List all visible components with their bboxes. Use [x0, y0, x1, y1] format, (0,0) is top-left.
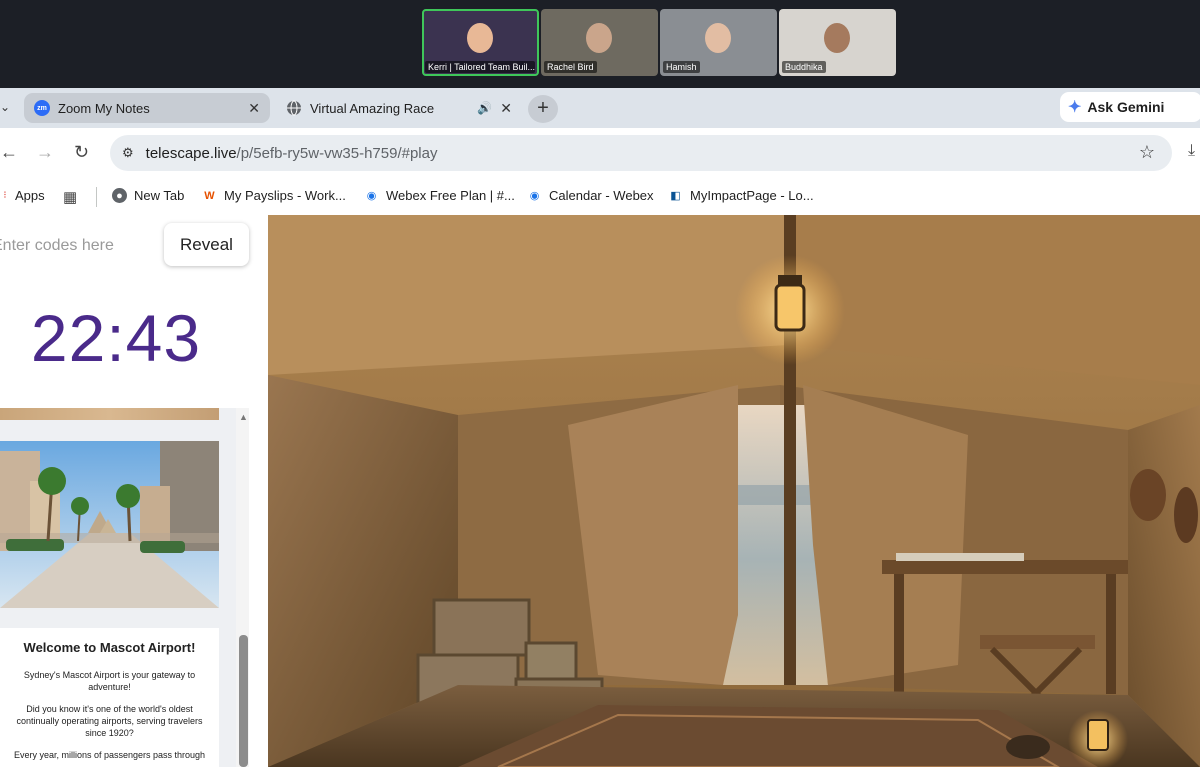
url-path: /p/5efb-ry5w-vw35-h759/#play — [236, 144, 438, 162]
myimpactpage-icon: ◧ — [670, 190, 681, 202]
participant-name: Rachel Bird — [544, 61, 597, 73]
reload-icon[interactable]: ↻ — [74, 142, 89, 163]
bookmark-new-tab[interactable]: ● New Tab — [112, 188, 184, 203]
feed-image-edge — [0, 408, 219, 420]
participant-tile[interactable]: Rachel Bird — [541, 9, 658, 76]
bookmark-label: New Tab — [134, 188, 185, 203]
browser-chrome: ⌄ zm Zoom My Notes ✕ Virtual Amazing Rac… — [0, 88, 1200, 215]
zoom-favicon-icon: zm — [34, 100, 50, 116]
reveal-button[interactable]: Reveal — [164, 223, 249, 266]
participant-video — [824, 23, 850, 53]
clue-card: Welcome to Mascot Airport! Sydney's Masc… — [0, 628, 219, 767]
bookmark-label: Webex Free Plan | #... — [386, 188, 515, 203]
audio-playing-icon[interactable]: 🔊 — [477, 101, 492, 115]
chrome-icon: ● — [112, 188, 127, 203]
clue-card-text: Sydney's Mascot Airport is your gateway … — [23, 670, 196, 692]
workday-icon: W — [204, 189, 215, 202]
participant-video — [705, 23, 731, 53]
scroll-up-arrow-icon[interactable]: ▲ — [239, 412, 248, 422]
clue-card-title: Welcome to Mascot Airport! — [23, 640, 196, 655]
url-host: telescape.live — [145, 144, 237, 162]
bookmark-label: My Payslips - Work... — [224, 188, 346, 203]
tent-scene[interactable] — [268, 215, 1200, 767]
bookmark-my-payslips[interactable]: W My Payslips - Work... — [202, 188, 346, 203]
zoom-participant-strip: Kerri | Tailored Team Buil... Rachel Bir… — [0, 0, 1200, 88]
gemini-sparkle-icon: ✦ — [1068, 99, 1082, 116]
close-tab-icon[interactable]: ✕ — [500, 100, 512, 117]
site-settings-icon[interactable]: ⚙ — [122, 145, 134, 161]
participant-tile[interactable]: Kerri | Tailored Team Buil... — [422, 9, 539, 76]
participant-tile[interactable]: Hamish — [660, 9, 777, 76]
bookmark-label: MyImpactPage - Lo... — [690, 188, 814, 203]
web-page: Reveal 22:43 — [0, 215, 1200, 767]
bookmark-apps[interactable]: ⁝ Apps — [0, 188, 45, 203]
airport-street-image — [0, 441, 219, 608]
countdown-timer: 22:43 — [30, 301, 202, 375]
bookmark-webex-free-plan[interactable]: ◉ Webex Free Plan | #... — [364, 188, 515, 203]
participant-video — [467, 23, 493, 53]
new-tab-button[interactable]: + — [528, 95, 558, 123]
bookmarks-bar: ⁝ Apps ▦ ● New Tab W My Payslips - Work.… — [0, 178, 1200, 215]
tab-virtual-amazing-race[interactable]: Virtual Amazing Race 🔊 ✕ — [276, 93, 522, 123]
participant-name: Buddhika — [782, 61, 826, 73]
participant-video — [586, 23, 612, 53]
clue-card-text: Every year, millions of passengers pass … — [13, 750, 206, 760]
forward-arrow-icon[interactable]: → — [36, 142, 54, 163]
tab-title: Zoom My Notes — [58, 100, 150, 116]
tab-strip: ⌄ zm Zoom My Notes ✕ Virtual Amazing Rac… — [0, 88, 1200, 128]
back-arrow-icon[interactable]: ← — [0, 142, 18, 163]
bookmarks-divider — [96, 187, 97, 207]
close-tab-icon[interactable]: ✕ — [248, 100, 260, 117]
clue-feed: Welcome to Mascot Airport! Sydney's Masc… — [0, 408, 236, 767]
bookmark-star-icon[interactable]: ☆ — [1139, 142, 1155, 163]
webex-icon: ◉ — [366, 190, 377, 202]
code-entry-input[interactable] — [0, 231, 152, 261]
clue-card-text: Did you know it's one of the world's old… — [16, 704, 203, 738]
download-icon[interactable]: ⤓ — [1188, 142, 1195, 160]
ask-gemini-button[interactable]: ✦ Ask Gemini — [1060, 92, 1200, 122]
bookmark-calendar-webex[interactable]: ◉ Calendar - Webex — [527, 188, 654, 203]
apps-grid-icon: ⁝ — [3, 190, 7, 201]
webex-icon: ◉ — [529, 190, 540, 202]
globe-icon — [286, 100, 302, 116]
participant-tile[interactable]: Buddhika — [779, 9, 896, 76]
bookmark-label: Apps — [15, 188, 45, 203]
scrollbar-thumb[interactable] — [239, 635, 248, 767]
tab-groups-icon[interactable]: ▦ — [63, 188, 77, 206]
address-bar[interactable]: ⚙ telescape.live/p/5efb-ry5w-vw35-h759/#… — [110, 135, 1172, 171]
bookmark-label: Calendar - Webex — [549, 188, 654, 203]
tab-title: Virtual Amazing Race — [310, 100, 435, 116]
participant-name: Kerri | Tailored Team Buil... — [425, 61, 535, 73]
participant-name: Hamish — [663, 61, 700, 73]
ask-gemini-label: Ask Gemini — [1087, 99, 1165, 115]
browser-toolbar: ← → ↻ ⚙ telescape.live/p/5efb-ry5w-vw35-… — [0, 128, 1200, 178]
tab-search-chevron-icon[interactable]: ⌄ — [0, 100, 10, 114]
game-sidebar: Reveal 22:43 — [0, 215, 268, 767]
url-text: telescape.live/p/5efb-ry5w-vw35-h759/#pl… — [146, 145, 438, 162]
bookmark-myimpactpage[interactable]: ◧ MyImpactPage - Lo... — [668, 188, 814, 203]
tab-zoom-my-notes[interactable]: zm Zoom My Notes ✕ — [24, 93, 270, 123]
